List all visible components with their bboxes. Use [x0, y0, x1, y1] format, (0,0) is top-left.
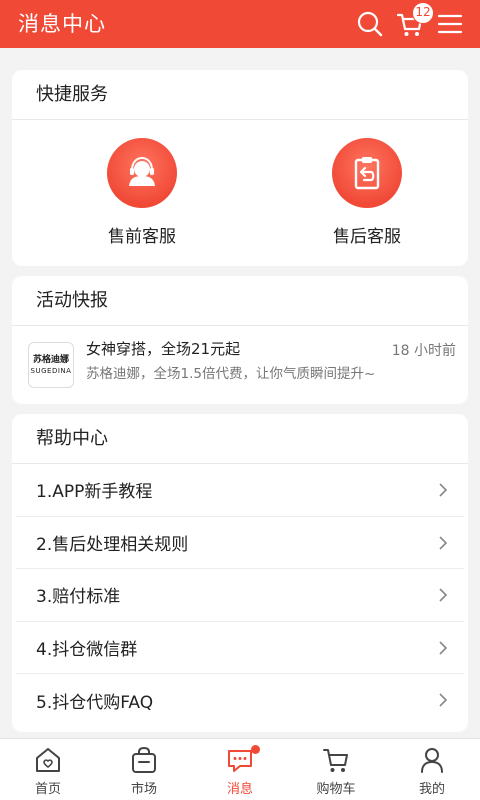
- help-item-label: 5.抖仓代购FAQ: [36, 692, 154, 713]
- cart-count-badge: 12: [412, 2, 434, 24]
- activity-item-subtitle: 苏格迪娜，全场1.5倍代费，让你气质瞬间提升~: [86, 366, 376, 382]
- search-icon[interactable]: [355, 9, 385, 39]
- tab-messages[interactable]: 消息: [200, 743, 280, 799]
- help-item-faq[interactable]: 5.抖仓代购FAQ: [16, 674, 464, 727]
- tab-messages-label: 消息: [226, 782, 253, 797]
- quick-services-card: 快捷服务 售前客服 售后客服: [12, 70, 468, 266]
- help-item-label: 1.APP新手教程: [36, 482, 153, 503]
- page-title: 消息中心: [18, 12, 106, 36]
- tab-market[interactable]: 市场: [104, 743, 184, 799]
- brand-logo: 苏格迪娜 SUGEDINA: [28, 342, 74, 388]
- bottom-tab-bar: 首页 市场 消息 购物车 我的: [0, 738, 480, 800]
- chevron-right-icon: [439, 535, 448, 550]
- top-app-bar: 消息中心 12: [0, 0, 480, 48]
- help-item-compensation[interactable]: 3.赔付标准: [16, 569, 464, 622]
- pre-sale-service-label: 售前客服: [108, 227, 176, 247]
- market-bag-icon: [132, 746, 156, 773]
- tab-market-label: 市场: [130, 782, 157, 797]
- help-center-title: 帮助中心: [12, 414, 468, 464]
- help-center-card: 帮助中心 1.APP新手教程 2.售后处理相关规则 3.赔付标准 4.抖仓微信群…: [12, 414, 468, 732]
- chevron-right-icon: [439, 588, 448, 602]
- help-item-tutorial[interactable]: 1.APP新手教程: [16, 464, 464, 517]
- help-item-wechat-group[interactable]: 4.抖仓微信群: [16, 622, 464, 674]
- cart-icon: [323, 749, 348, 772]
- tab-home-label: 首页: [34, 782, 61, 797]
- quick-services-title: 快捷服务: [12, 70, 468, 120]
- chevron-right-icon: [439, 483, 448, 497]
- brand-logo-en: SUGEDINA: [30, 366, 72, 375]
- customer-service-icon: [107, 138, 177, 208]
- tab-mine-label: 我的: [418, 782, 445, 797]
- after-sale-service-button[interactable]: 售后客服: [317, 138, 417, 247]
- tab-home[interactable]: 首页: [8, 743, 88, 799]
- tab-cart-label: 购物车: [316, 782, 356, 797]
- help-item-label: 2.售后处理相关规则: [36, 534, 189, 555]
- chevron-right-icon: [439, 693, 448, 707]
- tab-mine[interactable]: 我的: [392, 743, 472, 799]
- help-item-label: 3.赔付标准: [36, 587, 121, 608]
- home-icon: [36, 748, 60, 772]
- clipboard-return-icon: [332, 138, 402, 208]
- activity-news-title: 活动快报: [12, 276, 468, 326]
- help-list: 1.APP新手教程 2.售后处理相关规则 3.赔付标准 4.抖仓微信群 5.抖仓…: [12, 464, 468, 727]
- help-item-after-sale-rules[interactable]: 2.售后处理相关规则: [16, 517, 464, 569]
- user-icon: [421, 748, 443, 773]
- activity-item-title: 女神穿搭，全场21元起: [86, 340, 241, 358]
- after-sale-service-label: 售后客服: [333, 227, 401, 247]
- activity-item-time: 18 小时前: [391, 343, 456, 359]
- brand-logo-cn: 苏格迪娜: [32, 354, 69, 365]
- unread-dot: [251, 745, 260, 754]
- help-item-label: 4.抖仓微信群: [36, 639, 138, 660]
- activity-news-card: 活动快报 苏格迪娜 SUGEDINA 女神穿搭，全场21元起 苏格迪娜，全场1.…: [12, 276, 468, 404]
- menu-icon[interactable]: [435, 9, 465, 39]
- chevron-right-icon: [439, 640, 448, 655]
- pre-sale-service-button[interactable]: 售前客服: [92, 138, 192, 247]
- tab-cart[interactable]: 购物车: [296, 743, 376, 799]
